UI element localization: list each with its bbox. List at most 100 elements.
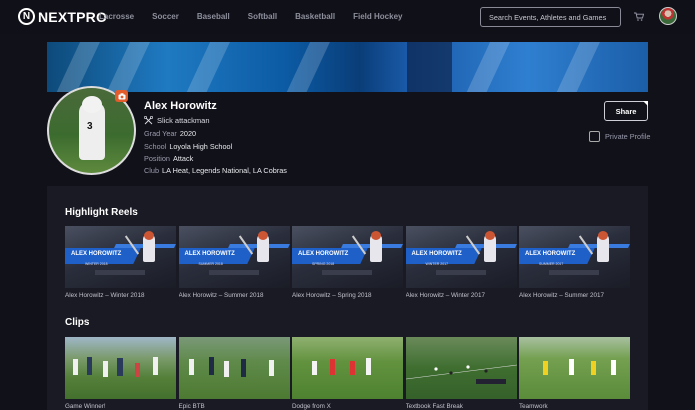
reel-card[interactable]: ALEX HOROWITZ SUMMER 2017 Alex Horowitz …: [519, 226, 630, 299]
share-corner-marker: [643, 101, 648, 106]
nav-link-field-hockey[interactable]: Field Hockey: [353, 12, 402, 21]
banner-stripe: [550, 42, 602, 92]
private-profile-label: Private Profile: [605, 132, 651, 141]
reel-caption[interactable]: Alex Horowitz – Winter 2018: [65, 292, 176, 299]
clip-caption[interactable]: Game Winner!: [65, 403, 176, 410]
thumb-helmet: [371, 231, 381, 240]
share-button[interactable]: Share: [604, 101, 648, 121]
field-value: Loyola High School: [169, 142, 233, 151]
sport-nav-links: Lacrosse Soccer Baseball Softball Basket…: [99, 12, 420, 21]
thumb-subtitle: SPRING 2018: [312, 262, 335, 266]
top-nav: N NEXTPRO Lacrosse Soccer Baseball Softb…: [0, 0, 695, 34]
reel-card[interactable]: ALEX HOROWITZ SPRING 2018 Alex Horowitz …: [292, 226, 403, 299]
nav-link-lacrosse[interactable]: Lacrosse: [99, 12, 134, 21]
banner-stripe: [460, 42, 512, 92]
school-field: School Loyola High School: [144, 142, 232, 151]
thumb-helmet: [598, 231, 608, 240]
reel-caption[interactable]: Alex Horowitz – Spring 2018: [292, 292, 403, 299]
thumb-subtitle: SUMMER 2017: [539, 262, 564, 266]
tagline-text: Slick attackman: [157, 116, 210, 125]
thumb-helmet: [257, 231, 268, 240]
thumb-title: ALEX HOROWITZ: [298, 251, 349, 257]
reel-thumbnail[interactable]: ALEX HOROWITZ SPRING 2018: [292, 226, 403, 288]
private-profile-checkbox[interactable]: [589, 131, 600, 142]
nav-link-baseball[interactable]: Baseball: [197, 12, 230, 21]
clip-card[interactable]: Teamwork: [519, 337, 630, 410]
thumb-title: ALEX HOROWITZ: [184, 251, 235, 257]
nextpro-logo[interactable]: N NEXTPRO: [18, 8, 107, 25]
highlight-reels-row: ALEX HOROWITZ WINTER 2018 Alex Horowitz …: [65, 226, 633, 299]
thumb-bar: [95, 270, 145, 275]
logo-text: NEXTPRO: [38, 8, 108, 25]
position-field: Position Attack: [144, 154, 193, 163]
banner-stripe: [280, 42, 332, 92]
field-value: LA Heat, Legends National, LA Cobras: [162, 166, 287, 175]
clip-players-graphic: [312, 358, 371, 375]
thumb-bar: [208, 270, 259, 275]
nav-link-softball[interactable]: Softball: [248, 12, 277, 21]
clip-thumbnail[interactable]: [178, 337, 290, 399]
athlete-name: Alex Horowitz: [144, 100, 217, 112]
thumb-title: ALEX HOROWITZ: [525, 251, 576, 257]
clip-players-graphic: [405, 364, 517, 384]
logo-mark-icon: N: [18, 8, 35, 25]
clips-row: Game Winner! Epic BTB Dodge from X Textb…: [65, 337, 633, 410]
banner-stripe: [50, 42, 102, 92]
clip-card[interactable]: Game Winner!: [65, 337, 176, 410]
reel-caption[interactable]: Alex Horowitz – Summer 2018: [179, 292, 290, 299]
banner-divider: [407, 42, 452, 92]
clip-players-graphic: [73, 357, 158, 377]
clip-card[interactable]: Textbook Fast Break: [405, 337, 517, 410]
photo-helmet: [82, 96, 102, 113]
search-input[interactable]: [480, 7, 621, 27]
field-label: Grad Year: [144, 129, 177, 138]
profile-banner: [47, 42, 648, 92]
clip-caption[interactable]: Teamwork: [519, 403, 630, 410]
field-value: 2020: [179, 129, 197, 138]
share-label: Share: [615, 106, 637, 116]
thumb-title: ALEX HOROWITZ: [71, 251, 122, 257]
reel-thumbnail[interactable]: ALEX HOROWITZ SUMMER 2018: [178, 226, 290, 288]
reel-caption[interactable]: Alex Horowitz – Winter 2017: [406, 292, 517, 299]
clip-card[interactable]: Dodge from X: [292, 337, 403, 410]
thumb-bar: [322, 270, 372, 275]
reel-caption[interactable]: Alex Horowitz – Summer 2017: [519, 292, 630, 299]
field-value: Attack: [172, 154, 194, 163]
thumb-helmet: [144, 231, 154, 240]
athlete-tagline: Slick attackman: [144, 116, 210, 125]
reel-card[interactable]: ALEX HOROWITZ WINTER 2017 Alex Horowitz …: [405, 226, 517, 299]
camera-icon[interactable]: [115, 90, 128, 102]
club-field: Club LA Heat, Legends National, LA Cobras: [144, 166, 287, 175]
reel-thumbnail[interactable]: ALEX HOROWITZ WINTER 2017: [405, 226, 517, 288]
reel-thumbnail[interactable]: ALEX HOROWITZ WINTER 2018: [65, 226, 176, 288]
clip-thumbnail[interactable]: [65, 337, 176, 399]
clips-title: Clips: [65, 317, 90, 328]
clip-caption[interactable]: Epic BTB: [179, 403, 290, 410]
thumb-subtitle: WINTER 2018: [85, 262, 108, 266]
clip-players-graphic: [188, 357, 274, 377]
crossed-sticks-icon: [144, 116, 153, 125]
cart-icon[interactable]: [634, 12, 644, 21]
user-avatar[interactable]: [659, 7, 677, 25]
highlight-reels-title: Highlight Reels: [65, 207, 138, 218]
thumb-helmet: [484, 231, 495, 240]
clip-thumbnail[interactable]: [405, 337, 517, 399]
thumb-subtitle: WINTER 2017: [425, 262, 449, 266]
thumb-bar: [435, 270, 486, 275]
banner-stripe: [180, 42, 232, 92]
reel-card[interactable]: ALEX HOROWITZ WINTER 2018 Alex Horowitz …: [65, 226, 176, 299]
clip-caption[interactable]: Dodge from X: [292, 403, 403, 410]
clip-caption[interactable]: Textbook Fast Break: [406, 403, 517, 410]
reel-thumbnail[interactable]: ALEX HOROWITZ SUMMER 2017: [519, 226, 630, 288]
nav-link-basketball[interactable]: Basketball: [295, 12, 335, 21]
thumb-bar: [549, 270, 599, 275]
clip-players-graphic: [543, 359, 616, 375]
clip-card[interactable]: Epic BTB: [178, 337, 290, 410]
clip-thumbnail[interactable]: [292, 337, 403, 399]
clip-thumbnail[interactable]: [519, 337, 630, 399]
private-profile-toggle[interactable]: Private Profile: [589, 131, 650, 142]
reel-card[interactable]: ALEX HOROWITZ SUMMER 2018 Alex Horowitz …: [178, 226, 290, 299]
photo-jersey-number: 3: [87, 121, 93, 132]
field-label: Club: [144, 166, 160, 175]
nav-link-soccer[interactable]: Soccer: [152, 12, 179, 21]
